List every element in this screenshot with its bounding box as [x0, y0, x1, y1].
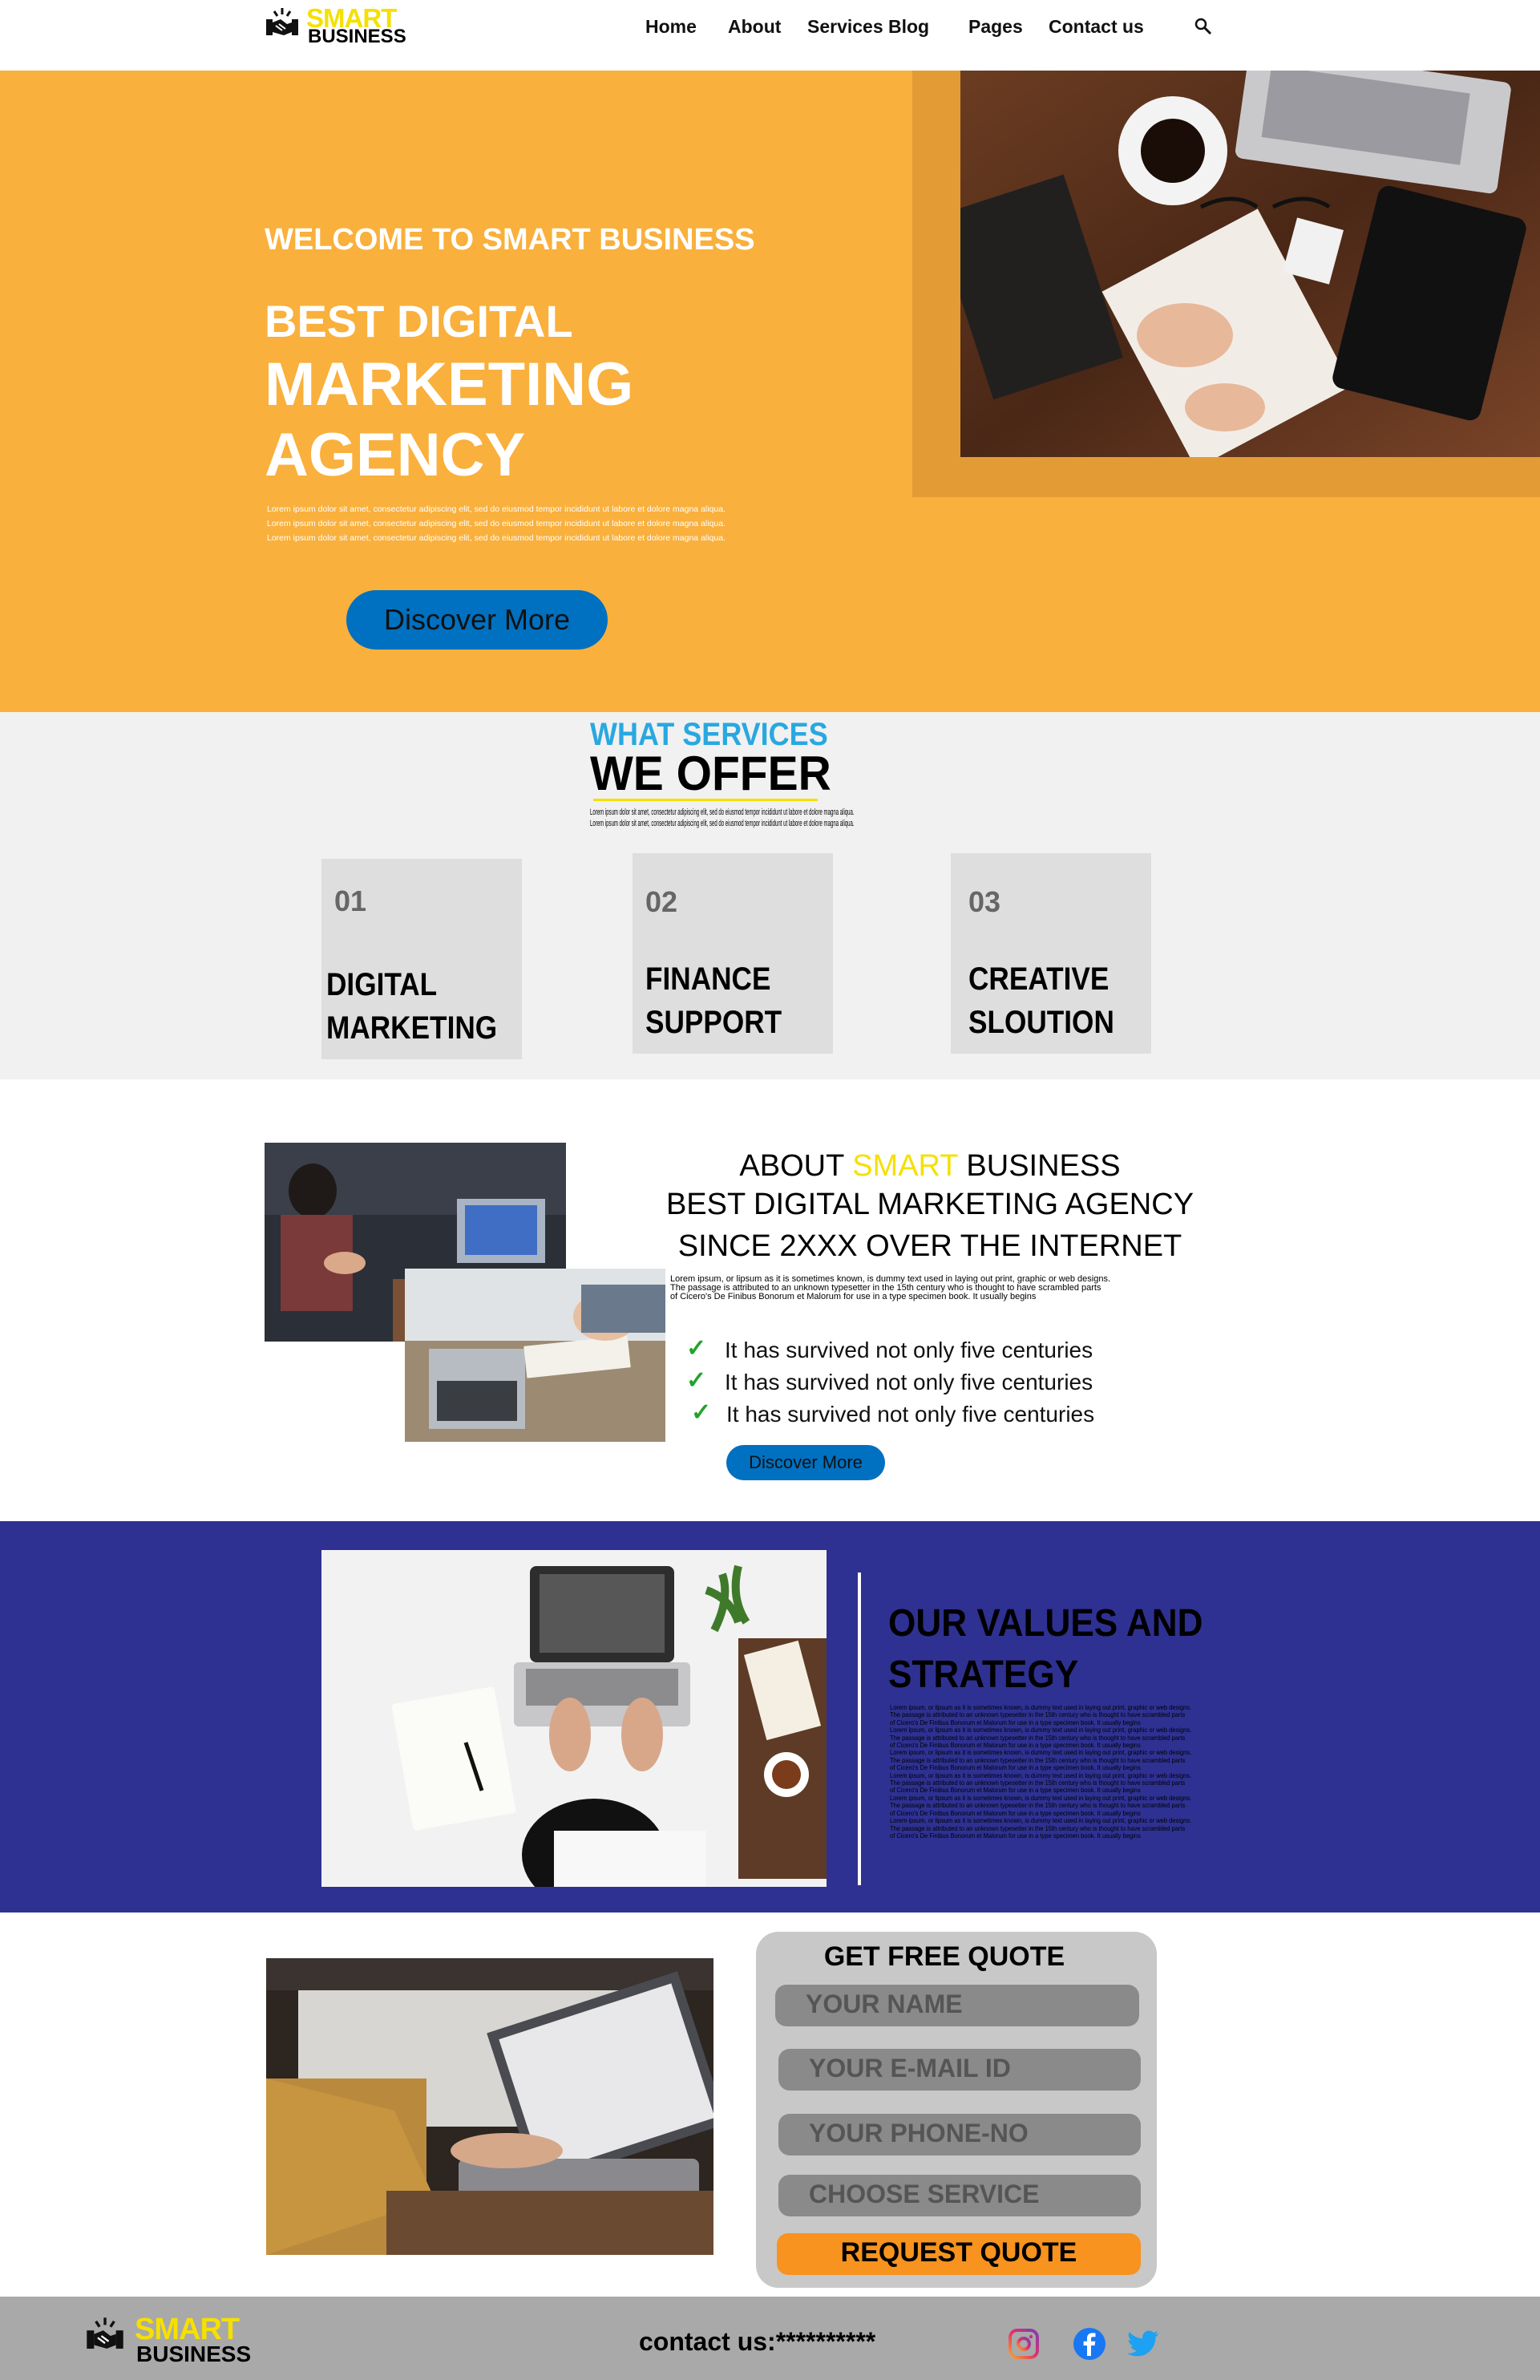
- services-lorem: Lorem ipsum dolor sit amet, consectetur …: [590, 807, 855, 829]
- about-heading-line3: SINCE 2XXX OVER THE INTERNET: [677, 1229, 1182, 1263]
- nav-about[interactable]: About: [728, 16, 781, 38]
- quote-typing-image: [266, 1958, 713, 2255]
- hero-title-line3: AGENCY: [265, 421, 526, 489]
- logo-business-text: BUSINESS: [308, 26, 406, 47]
- about-check-item: ✓ It has survived not only five centurie…: [686, 1334, 1135, 1366]
- values-title-line1: OUR VALUES AND: [888, 1602, 1203, 1645]
- footer-logo-business: BUSINESS: [136, 2342, 252, 2366]
- nav-contact[interactable]: Contact us: [1049, 16, 1144, 38]
- quote-title: GET FREE QUOTE: [823, 1941, 1065, 1972]
- quote-name-field[interactable]: YOUR NAME: [775, 1985, 1139, 2026]
- services-section: WHAT SERVICES WE OFFER Lorem ipsum dolor…: [0, 712, 1540, 1079]
- about-paragraph: Lorem ipsum, or lipsum as it is sometime…: [670, 1275, 1110, 1301]
- hero-lorem-line: Lorem ipsum dolor sit amet, consectetur …: [267, 504, 726, 514]
- service-card-title: FINANCE: [645, 961, 771, 997]
- about-word: ABOUT: [739, 1149, 844, 1183]
- search-icon[interactable]: [1194, 18, 1212, 35]
- service-card-digital-marketing[interactable]: 01 DIGITAL MARKETING: [321, 859, 522, 1059]
- nav-services[interactable]: Services: [807, 16, 883, 38]
- about-check-item: ✓ It has survived not only five centurie…: [686, 1398, 1135, 1431]
- about-discover-button[interactable]: Discover More: [726, 1445, 885, 1480]
- quote-service-select[interactable]: CHOOSE SERVICE: [778, 2175, 1141, 2216]
- service-card-creative-solution[interactable]: 03 CREATIVE SLOUTION: [951, 853, 1151, 1054]
- about-paragraph-line: of Cicero's De Finibus Bonorum et Maloru…: [670, 1292, 1037, 1301]
- hero-title-line1: BEST DIGITAL: [265, 296, 573, 346]
- values-workspace-image: [321, 1550, 827, 1887]
- values-paragraph: Lorem ipsum, or lipsum as it is sometime…: [890, 1704, 1204, 1840]
- about-smart-word: SMART: [852, 1149, 958, 1183]
- hero-discover-button[interactable]: Discover More: [346, 590, 608, 650]
- services-title: WE OFFER: [590, 747, 831, 800]
- services-lorem-line: Lorem ipsum dolor sit amet, consectetur …: [590, 808, 855, 817]
- about-heading-line1: ABOUT SMART BUSINESS: [625, 1145, 1235, 1187]
- about-check-item: ✓ It has survived not only five centurie…: [686, 1366, 1135, 1398]
- checkmark-icon: ✓: [691, 1399, 712, 1426]
- about-check-text: It has survived not only five centuries: [725, 1370, 1093, 1394]
- quote-phone-field[interactable]: YOUR PHONE-NO: [778, 2114, 1141, 2155]
- facebook-icon[interactable]: [1073, 2327, 1106, 2361]
- hero-welcome: WELCOME TO SMART BUSINESS: [265, 223, 755, 257]
- about-business-word: BUSINESS: [966, 1149, 1121, 1183]
- nav-pages[interactable]: Pages: [968, 16, 1023, 38]
- service-card-number: 03: [968, 885, 1001, 918]
- values-title-line2: STRATEGY: [888, 1653, 1079, 1696]
- nav-blog[interactable]: Blog: [888, 16, 929, 38]
- values-divider: [858, 1572, 861, 1885]
- service-card-title: SUPPORT: [645, 1005, 782, 1040]
- instagram-icon[interactable]: [1008, 2329, 1039, 2359]
- hero-lorem-line: Lorem ipsum dolor sit amet, consectetur …: [267, 519, 726, 528]
- values-section: OUR VALUES AND STRATEGY Lorem ipsum, or …: [0, 1521, 1540, 1912]
- about-heading-line2: BEST DIGITAL MARKETING AGENCY: [665, 1188, 1194, 1221]
- footer-logo[interactable]: SMART BUSINESS: [85, 2313, 261, 2366]
- quote-form: GET FREE QUOTE YOUR NAME YOUR E-MAIL ID …: [756, 1932, 1157, 2288]
- service-card-title: SLOUTION: [968, 1005, 1114, 1040]
- service-card-number: 01: [334, 884, 367, 917]
- service-card-number: 02: [645, 885, 678, 918]
- handshake-icon: [87, 2317, 123, 2349]
- about-check-text: It has survived not only five centuries: [726, 1402, 1095, 1427]
- footer-contact: contact us:**********: [639, 2327, 876, 2356]
- handshake-icon: [266, 8, 298, 35]
- hero-lorem: Lorem ipsum dolor sit amet, consectetur …: [267, 502, 726, 545]
- hero-title-line2: MARKETING: [265, 350, 634, 419]
- site-footer: SMART BUSINESS contact us:**********: [0, 2297, 1540, 2380]
- quote-email-field[interactable]: YOUR E-MAIL ID: [778, 2049, 1141, 2091]
- about-checklist: ✓ It has survived not only five centurie…: [686, 1334, 1135, 1431]
- site-header: SMART BUSINESS Home About Services Blog …: [0, 0, 1540, 71]
- nav-home[interactable]: Home: [645, 16, 697, 38]
- checkmark-icon: ✓: [686, 1367, 707, 1394]
- header-logo[interactable]: SMART BUSINESS: [265, 5, 409, 47]
- services-lorem-line: Lorem ipsum dolor sit amet, consectetur …: [590, 819, 855, 828]
- service-card-title: DIGITAL: [326, 967, 438, 1002]
- about-laptop-image: [405, 1269, 665, 1442]
- hero-section: WELCOME TO SMART BUSINESS BEST DIGITAL M…: [0, 71, 1540, 712]
- hero-desk-image: [960, 71, 1540, 457]
- twitter-icon[interactable]: [1127, 2330, 1159, 2358]
- hero-lorem-line: Lorem ipsum dolor sit amet, consectetur …: [267, 533, 726, 543]
- service-card-title: MARKETING: [326, 1010, 498, 1046]
- about-check-text: It has survived not only five centuries: [725, 1338, 1093, 1362]
- request-quote-button[interactable]: REQUEST QUOTE: [777, 2233, 1141, 2275]
- services-title-underline: [593, 799, 818, 801]
- checkmark-icon: ✓: [686, 1335, 707, 1362]
- service-card-finance-support[interactable]: 02 FINANCE SUPPORT: [633, 853, 833, 1054]
- values-paragraph-line: of Cicero's De Finibus Bonorum et Maloru…: [890, 1831, 1141, 1840]
- service-card-title: CREATIVE: [968, 961, 1110, 997]
